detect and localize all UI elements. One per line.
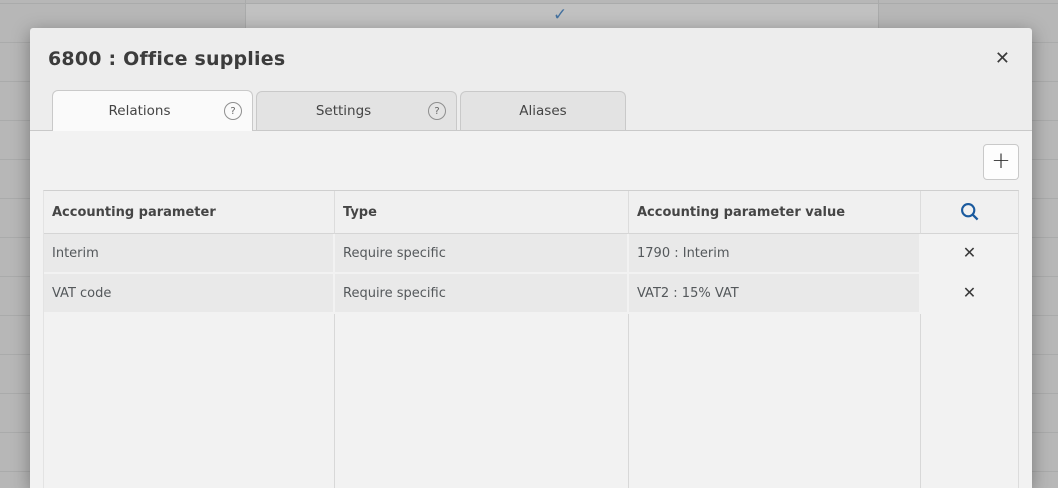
column-header-actions xyxy=(921,191,1018,234)
empty-table-area xyxy=(44,314,335,488)
table-row-actions: ✕ xyxy=(921,274,1018,314)
tab-relations-label: Relations xyxy=(108,103,171,119)
help-icon[interactable]: ? xyxy=(224,102,242,120)
help-icon[interactable]: ? xyxy=(428,102,446,120)
column-header-accounting-parameter-value[interactable]: Accounting parameter value xyxy=(629,191,921,234)
tab-settings-label: Settings xyxy=(315,103,372,119)
checkmark-icon: ✓ xyxy=(553,5,568,25)
delete-icon[interactable]: ✕ xyxy=(963,245,976,261)
table-toolbar: + xyxy=(43,131,1019,190)
tab-relations[interactable]: Relations ? xyxy=(52,90,253,131)
tab-content-relations: + Accounting parameter Type Accounting p… xyxy=(30,131,1032,488)
table-row-cell[interactable]: VAT2 : 15% VAT xyxy=(629,274,921,314)
table-row-actions: ✕ xyxy=(921,234,1018,274)
table-row-cell[interactable]: 1790 : Interim xyxy=(629,234,921,274)
close-icon[interactable]: ✕ xyxy=(989,48,1016,70)
empty-table-area xyxy=(629,314,921,488)
tab-settings[interactable]: Settings ? xyxy=(256,91,457,130)
empty-table-area xyxy=(335,314,629,488)
empty-table-area xyxy=(921,314,1018,488)
column-header-type[interactable]: Type xyxy=(335,191,629,234)
screen: ✓ 6800 : Office supplies ✕ Relations ? S… xyxy=(0,0,1058,488)
tab-aliases[interactable]: Aliases xyxy=(460,91,626,130)
tab-strip: Relations ? Settings ? Aliases xyxy=(30,90,1032,131)
column-header-accounting-parameter[interactable]: Accounting parameter xyxy=(44,191,335,234)
table-row-cell[interactable]: Interim xyxy=(44,234,335,274)
tab-aliases-label: Aliases xyxy=(519,103,567,119)
dialog-header: 6800 : Office supplies ✕ xyxy=(30,28,1032,90)
table-row-cell[interactable]: Require specific xyxy=(335,274,629,314)
table-row-cell[interactable]: Require specific xyxy=(335,234,629,274)
account-dialog: 6800 : Office supplies ✕ Relations ? Set… xyxy=(30,28,1032,488)
delete-icon[interactable]: ✕ xyxy=(963,285,976,301)
table-row-cell[interactable]: VAT code xyxy=(44,274,335,314)
add-relation-button[interactable]: + xyxy=(983,144,1019,180)
search-icon[interactable] xyxy=(959,201,981,223)
relations-table: Accounting parameter Type Accounting par… xyxy=(43,190,1019,488)
dialog-title: 6800 : Office supplies xyxy=(48,48,286,70)
